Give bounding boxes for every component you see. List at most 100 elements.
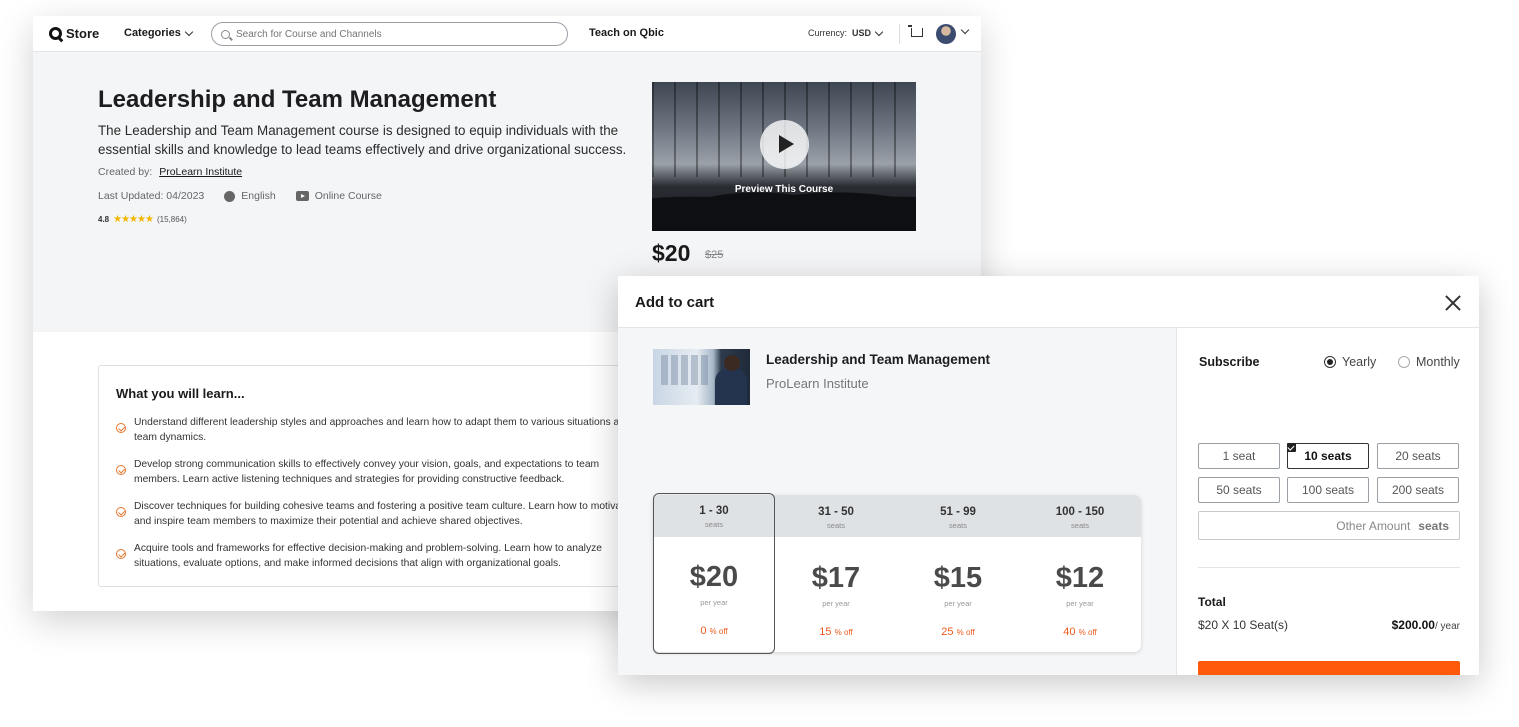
learn-list: Understand different leadership styles a…	[116, 415, 636, 583]
course-meta: Last Updated: 04/2023 English Online Cou…	[98, 190, 382, 202]
yearly-label: Yearly	[1342, 355, 1377, 369]
check-circle-icon	[116, 549, 126, 559]
list-item: Develop strong communication skills to e…	[116, 457, 636, 487]
product-thumbnail	[653, 349, 750, 405]
pricing-panel: Leadership and Team Management ProLearn …	[618, 328, 1176, 675]
top-navbar: Store Categories Teach on Qbic Currency:…	[33, 16, 981, 52]
logo-text: Store	[66, 26, 100, 41]
pricing-tiers: 1 - 30 seats $20 per year 0 % off 31 - 5…	[653, 493, 1141, 654]
play-icon[interactable]	[760, 120, 809, 169]
creator-link[interactable]: ProLearn Institute	[159, 166, 242, 178]
categories-menu[interactable]: Categories	[124, 27, 194, 39]
seat-option-50[interactable]: 50 seats	[1198, 477, 1280, 503]
tier-discount: 15 % off	[775, 626, 897, 638]
tier-price: $15	[933, 562, 983, 594]
tier-100-150[interactable]: 100 - 150 seats $12 per year 40 % off	[1019, 495, 1141, 652]
search-icon	[221, 29, 230, 39]
radio-selected-icon	[1324, 356, 1336, 368]
teach-link[interactable]: Teach on Qbic	[589, 27, 664, 39]
format-info: Online Course	[295, 190, 382, 202]
tier-discount: 25 % off	[897, 626, 1019, 638]
product-author: ProLearn Institute	[766, 376, 869, 391]
language-info: English	[224, 190, 276, 202]
tier-discount-suffix: % off	[834, 628, 853, 637]
subscribe-label: Subscribe	[1199, 355, 1260, 369]
other-amount-input[interactable]: Other Amount seats	[1198, 511, 1460, 540]
yearly-radio[interactable]: Yearly	[1324, 355, 1376, 369]
course-price: $20	[652, 240, 691, 266]
list-item: Understand different leadership styles a…	[116, 415, 636, 445]
learn-item-text: Develop strong communication skills to e…	[134, 459, 600, 485]
chevron-down-icon[interactable]	[960, 25, 970, 35]
add-to-cart-modal: Add to cart Leadership and Team Manageme…	[618, 276, 1479, 675]
check-circle-icon	[116, 507, 126, 517]
search-input[interactable]	[236, 28, 556, 40]
currency-label: Currency:	[808, 28, 848, 38]
tier-discount-suffix: % off	[1078, 628, 1097, 637]
list-item: Acquire tools and frameworks for effecti…	[116, 541, 636, 571]
tier-1-30[interactable]: 1 - 30 seats $20 per year 0 % off	[653, 493, 775, 654]
seat-option-20[interactable]: 20 seats	[1377, 443, 1459, 469]
course-preview-video[interactable]: Preview This Course	[652, 82, 916, 231]
modal-title: Add to cart	[635, 294, 715, 311]
course-description: The Leadership and Team Management cours…	[98, 123, 627, 157]
currency-selector[interactable]: Currency: USD	[808, 27, 884, 38]
tier-31-50[interactable]: 31 - 50 seats $17 per year 15 % off	[775, 495, 897, 652]
tier-unit: seats	[949, 521, 967, 530]
chevron-down-icon	[184, 27, 194, 36]
learn-item-text: Acquire tools and frameworks for effecti…	[134, 543, 602, 569]
total-calculation: $20 X 10 Seat(s)	[1198, 618, 1289, 632]
tier-range: 31 - 50	[818, 506, 854, 518]
tier-range: 100 - 150	[1055, 506, 1105, 518]
tier-discount-suffix: % off	[956, 628, 975, 637]
format-text: Online Course	[314, 190, 382, 202]
close-icon[interactable]	[1442, 292, 1464, 314]
what-you-will-learn-box: What you will learn... Understand differ…	[98, 365, 638, 587]
seat-option-200[interactable]: 200 seats	[1377, 477, 1459, 503]
check-circle-icon	[116, 465, 126, 475]
learn-title: What you will learn...	[116, 386, 245, 401]
other-amount-placeholder: Other Amount	[1336, 518, 1411, 533]
tier-range: 51 - 99	[940, 506, 976, 518]
radio-unselected-icon	[1398, 356, 1410, 368]
check-circle-icon	[116, 423, 126, 433]
nav-divider	[899, 24, 900, 44]
tier-discount-value: 40	[1063, 626, 1076, 638]
course-title: Leadership and Team Management	[98, 86, 497, 113]
total-value: $200.00	[1391, 618, 1435, 632]
product-name: Leadership and Team Management	[766, 352, 991, 367]
monthly-radio[interactable]: Monthly	[1398, 355, 1460, 369]
learn-item-text: Discover techniques for building cohesiv…	[134, 501, 630, 527]
created-by-label: Created by:	[98, 166, 153, 178]
tier-discount: 40 % off	[1019, 626, 1141, 638]
tier-discount: 0 % off	[654, 625, 774, 637]
thumbnail-person-head	[724, 355, 740, 371]
seat-option-100[interactable]: 100 seats	[1287, 477, 1369, 503]
last-updated: Last Updated: 04/2023	[98, 190, 205, 202]
tier-discount-value: 0	[700, 625, 707, 637]
search-bar[interactable]	[211, 22, 568, 46]
add-to-cart-button[interactable]: Add to Cart	[1198, 661, 1460, 675]
thumbnail-whiteboard	[661, 355, 709, 385]
course-rating: 4.8 ★★★★★ (15,864)	[98, 214, 187, 225]
cart-icon[interactable]	[908, 25, 923, 37]
rating-value: 4.8	[98, 215, 110, 224]
tier-price: $12	[1055, 562, 1105, 594]
tier-51-99[interactable]: 51 - 99 seats $15 per year 25 % off	[897, 495, 1019, 652]
tier-discount-suffix: % off	[709, 627, 728, 636]
seat-option-10[interactable]: 10 seats	[1287, 443, 1369, 469]
store-logo[interactable]: Store	[49, 26, 99, 41]
tier-period: per year	[1066, 599, 1094, 608]
tier-price: $17	[811, 562, 861, 594]
rating-count: (15,864)	[156, 215, 187, 224]
seat-option-1[interactable]: 1 seat	[1198, 443, 1280, 469]
star-rating-icon: ★★★★★	[113, 214, 154, 225]
preview-label: Preview This Course	[734, 184, 834, 195]
tier-discount-value: 15	[819, 626, 832, 638]
tier-discount-value: 25	[941, 626, 954, 638]
tier-period: per year	[700, 598, 728, 607]
chevron-down-icon	[874, 27, 884, 36]
avatar[interactable]	[936, 24, 956, 44]
monthly-label: Monthly	[1416, 355, 1460, 369]
logo-icon	[49, 27, 62, 40]
